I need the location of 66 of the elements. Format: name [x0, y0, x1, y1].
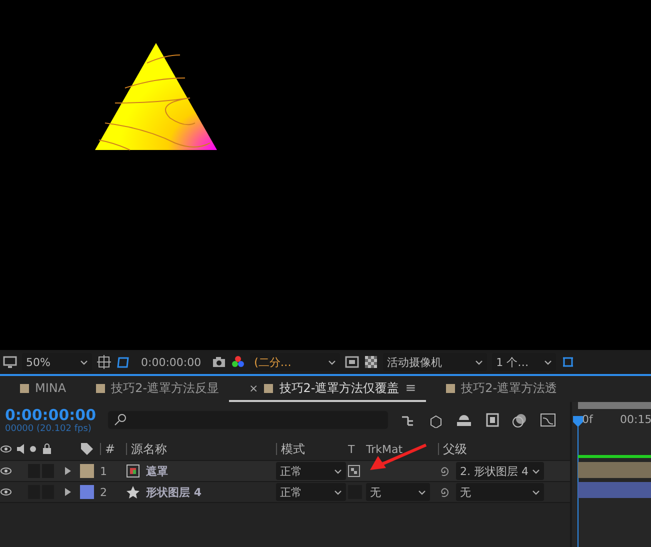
viewer-timecode[interactable]: 0:00:00:00: [141, 356, 202, 368]
star-icon: [126, 485, 140, 499]
composition-tab[interactable]: × 技巧2-遮罩方法仅覆盖 ≡: [229, 376, 426, 402]
caret-icon: [532, 468, 540, 474]
composition-tab[interactable]: 技巧2-遮罩方法透: [426, 376, 568, 402]
arrow-annotation: [368, 443, 428, 473]
camera-icon[interactable]: [212, 355, 226, 369]
expand-arrow-icon[interactable]: [64, 466, 72, 476]
frame-info: 00000 (20.102 fps): [5, 424, 92, 434]
tag-icon: [80, 442, 94, 456]
spiral-icon[interactable]: [438, 465, 450, 477]
playhead[interactable]: [573, 416, 583, 547]
spiral-icon[interactable]: [438, 486, 450, 498]
eye-icon: [0, 444, 12, 454]
shy-icon[interactable]: [456, 412, 472, 428]
caret-icon: [532, 490, 540, 494]
label-color[interactable]: [80, 464, 94, 478]
parent-dropdown[interactable]: 2. 形状图层 4: [456, 462, 544, 480]
caret-icon: [544, 360, 552, 364]
transparency-grid-icon[interactable]: [364, 355, 378, 369]
eye-icon[interactable]: [0, 487, 12, 497]
layer-name[interactable]: 形状图层 4: [146, 484, 202, 500]
caret-icon: [475, 360, 484, 364]
column-header: #: [100, 443, 126, 455]
layer-number: 1: [100, 464, 108, 480]
parent-dropdown[interactable]: 无: [456, 483, 544, 501]
graph-editor-icon[interactable]: [540, 412, 556, 428]
composition-tab[interactable]: 技巧2-遮罩方法反显: [76, 376, 230, 402]
solo-icon: [28, 444, 38, 454]
label-color[interactable]: [80, 485, 94, 499]
mode-dropdown[interactable]: 正常: [276, 462, 346, 480]
eye-icon[interactable]: [0, 466, 12, 476]
monitor-icon[interactable]: [3, 355, 17, 369]
caret-icon: [418, 490, 426, 494]
search-icon: [114, 413, 128, 427]
trkmat-dropdown[interactable]: 无: [366, 483, 430, 501]
region-icon[interactable]: [345, 355, 360, 369]
resolution-dropdown[interactable]: (二分…: [250, 353, 340, 371]
caret-icon: [80, 360, 88, 364]
rgb-icon[interactable]: [231, 355, 246, 369]
zoom-dropdown[interactable]: 50%: [22, 353, 92, 371]
ruler-label: 0f: [582, 413, 593, 426]
motion-blur-icon[interactable]: [512, 412, 528, 428]
column-header: 模式: [276, 443, 348, 455]
grid-icon[interactable]: [97, 355, 111, 369]
column-header: 父级: [438, 443, 550, 455]
caret-icon: [334, 468, 342, 474]
mode-dropdown[interactable]: 正常: [276, 483, 346, 501]
views-dropdown[interactable]: 1 个…: [492, 353, 556, 371]
footage-icon[interactable]: [126, 464, 140, 478]
search-field[interactable]: [108, 411, 388, 429]
caret-icon: [334, 490, 342, 494]
column-header: 源名称: [126, 443, 276, 455]
layer-name[interactable]: 遮罩: [146, 464, 168, 478]
column-header: T: [348, 442, 356, 458]
current-time[interactable]: 0:00:00:00: [5, 406, 96, 424]
layer-number: 2: [100, 484, 108, 500]
expand-arrow-icon[interactable]: [64, 487, 72, 497]
lock-icon: [42, 443, 52, 455]
composition-tab[interactable]: MINA: [0, 376, 76, 402]
column-header: TrkMat: [366, 442, 403, 456]
mask-outline-icon[interactable]: [116, 355, 130, 369]
ruler-label: 00:15: [620, 413, 651, 426]
camera-dropdown[interactable]: 活动摄像机: [383, 353, 488, 371]
checker-icon[interactable]: [348, 465, 360, 477]
caret-icon: [328, 360, 336, 364]
